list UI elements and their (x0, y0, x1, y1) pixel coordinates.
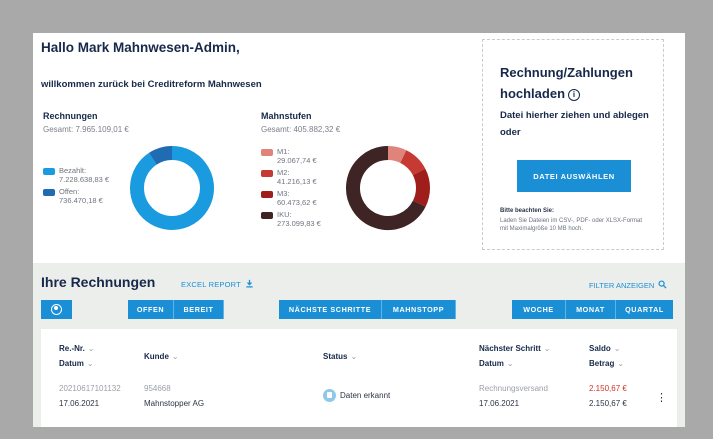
user-filter-button[interactable] (41, 300, 72, 319)
swatch-bezahlt (43, 168, 55, 175)
legend-text: M1: 29.067,74 € (277, 147, 317, 165)
legend-offen: Offen: 736.470,18 € (43, 187, 103, 205)
legend-bezahlt: Bezahlt: 7.228.638,83 € (43, 166, 110, 184)
user-icon (51, 304, 62, 315)
row-naechster-schritt: Rechnungsversand (479, 384, 548, 393)
upload-drop-text: Datei hierher ziehen und ablegen oder (500, 110, 649, 138)
tab-mahnstopp[interactable]: MAHNSTOPP (382, 300, 456, 319)
col-renr-datum[interactable]: Re.-Nr. ⌄ Datum ⌄ (59, 341, 95, 371)
row-datum: 17.06.2021 (59, 399, 100, 408)
mahnstufen-slice-0 (387, 146, 407, 163)
swatch-m3 (261, 191, 273, 198)
legend-iku: IKU: 273.099,83 € (261, 210, 321, 228)
tab-naechste-schritte[interactable]: NÄCHSTE SCHRITTE (279, 300, 382, 319)
col-kunde[interactable]: Kunde ⌄ (144, 349, 179, 364)
rechnungen-title: Rechnungen (43, 111, 98, 121)
legend-m2: M2: 41.216,13 € (261, 168, 317, 186)
invoices-table: Re.-Nr. ⌄ Datum ⌄ Kunde ⌄ Status ⌄ Nächster … (41, 329, 677, 427)
swatch-iku (261, 212, 273, 219)
filter-toggle[interactable]: FILTER ANZEIGEN (589, 280, 667, 290)
invoices-section: Ihre Rechnungen EXCEL REPORT FILTER ANZE… (33, 263, 685, 427)
col-status[interactable]: Status ⌄ (323, 349, 357, 364)
legend-text: IKU: 273.099,83 € (277, 210, 321, 228)
mahnstufen-title: Mahnstufen (261, 111, 312, 121)
mahnstufen-total: Gesamt: 405.882,32 € (261, 125, 341, 134)
tab-quartal[interactable]: QUARTAL (616, 300, 673, 319)
rechnungen-donut-chart (130, 146, 214, 230)
welcome-subtitle: willkommen zurück bei Creditreform Mahnw… (41, 79, 262, 90)
row-kunde[interactable]: Mahnstopper AG (144, 396, 204, 411)
excel-report-link[interactable]: EXCEL REPORT (181, 279, 254, 289)
upload-note-body: Laden Sie Dateien im CSV-, PDF- oder XLS… (500, 218, 643, 232)
rechnungen-slice-1 (148, 146, 173, 165)
col-saldo-betrag[interactable]: Saldo ⌄ Betrag ⌄ (589, 341, 624, 371)
row-betrag: 2.150,67 € (589, 399, 627, 408)
rechnungen-slice-0 (130, 146, 214, 230)
upload-dropzone[interactable]: Rechnung/Zahlungen hochladen i Datei hier… (482, 39, 664, 250)
col-naechster-schritt[interactable]: Nächster Schritt ⌄ Datum ⌄ (479, 341, 551, 371)
greeting-title: Hallo Mark Mahnwesen-Admin, (41, 40, 240, 55)
mahnstufen-slice-2 (412, 168, 430, 207)
tab-monat[interactable]: MONAT (566, 300, 616, 319)
document-check-icon (323, 389, 336, 403)
row-datum2: 17.06.2021 (479, 399, 520, 408)
row-saldo: 2.150,67 € (589, 384, 627, 393)
swatch-offen (43, 189, 55, 196)
upload-title: Rechnung/Zahlungen hochladen i (500, 65, 633, 101)
legend-text: Offen: 736.470,18 € (59, 187, 103, 205)
legend-text: Bezahlt: 7.228.638,83 € (59, 166, 110, 184)
search-icon (658, 280, 667, 289)
legend-text: M3: 60.473,62 € (277, 189, 317, 207)
mahnstufen-donut-chart (346, 146, 430, 230)
swatch-m2 (261, 170, 273, 177)
dashboard: Hallo Mark Mahnwesen-Admin, willkommen z… (33, 33, 685, 427)
row-kundennr: 954668 (144, 384, 171, 393)
row-renr: 20210617101132 (59, 384, 121, 393)
invoices-title: Ihre Rechnungen (41, 274, 156, 290)
row-status: Daten erkannt (323, 388, 390, 403)
legend-text: M2: 41.216,13 € (277, 168, 317, 186)
legend-m1: M1: 29.067,74 € (261, 147, 317, 165)
tab-woche[interactable]: WOCHE (512, 300, 566, 319)
swatch-m1 (261, 149, 273, 156)
row-more-icon[interactable]: ⋮ (656, 393, 667, 404)
rechnungen-total: Gesamt: 7.965.109,01 € (43, 125, 129, 134)
mahnstufen-slice-1 (399, 150, 426, 176)
legend-m3: M3: 60.473,62 € (261, 189, 317, 207)
info-icon[interactable]: i (568, 89, 581, 101)
choose-file-button[interactable]: DATEI AUSWÄHLEN (517, 160, 631, 192)
download-icon (246, 279, 253, 288)
tab-bereit[interactable]: BEREIT (174, 300, 224, 319)
tab-offen[interactable]: OFFEN (128, 300, 174, 319)
upload-note-title: Bitte beachten Sie: (500, 208, 555, 214)
